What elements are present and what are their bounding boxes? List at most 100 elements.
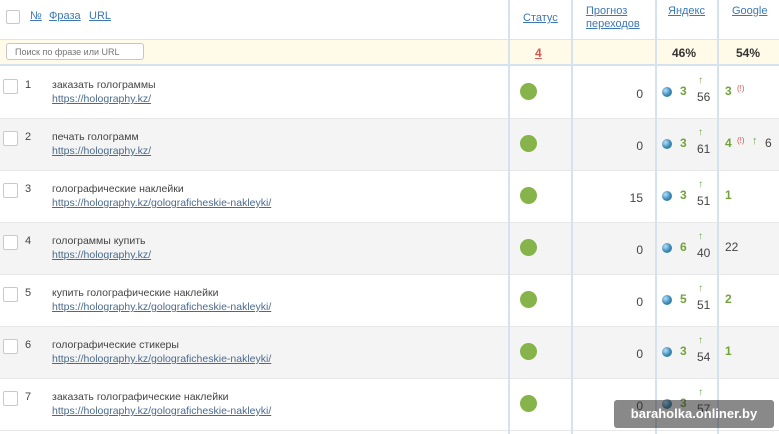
column-divider [717, 0, 719, 434]
table-header: № Фраза URL Статус Прогноз переходов Янд… [0, 0, 779, 40]
yandex-previous-position: 61 [697, 142, 711, 156]
yandex-position: 3 [680, 344, 687, 358]
yandex-globe-icon [662, 347, 672, 357]
row-number: 5 [25, 287, 32, 299]
watermark: baraholka.onliner.by [614, 400, 774, 428]
yandex-up-arrow-icon: ↑ [698, 127, 703, 138]
yandex-globe-icon [662, 139, 672, 149]
row-url-link[interactable]: https://holography.kz/golograficheskie-n… [52, 405, 271, 417]
row-checkbox[interactable] [3, 79, 18, 94]
yandex-globe-icon [662, 295, 672, 305]
table-row: 6 голографические стикеры https://holograp… [0, 327, 779, 379]
status-ok-icon [520, 83, 537, 100]
row-forecast: 0 [636, 295, 643, 309]
google-position: 1 [725, 344, 732, 358]
yandex-previous-position: 40 [697, 246, 711, 260]
yandex-previous-position: 54 [697, 350, 711, 364]
yandex-position: 3 [680, 84, 687, 98]
yandex-previous-position: 51 [697, 194, 711, 208]
table-row: 1 заказать голограммы https://holography.k… [0, 67, 779, 119]
column-divider [508, 0, 510, 434]
yandex-up-arrow-icon: ↑ [698, 387, 703, 398]
row-checkbox[interactable] [3, 287, 18, 302]
row-url-link[interactable]: https://holography.kz/golograficheskie-n… [52, 197, 271, 209]
row-number: 6 [25, 339, 32, 351]
row-checkbox[interactable] [3, 339, 18, 354]
column-divider [571, 0, 573, 434]
column-divider [655, 0, 657, 434]
filter-row: 4 46% 54% [0, 40, 779, 66]
sort-url-link[interactable]: URL [89, 10, 111, 23]
table-row: 2 печать голограмм https://holography.kz/0… [0, 119, 779, 171]
status-ok-icon [520, 239, 537, 256]
table-row: 3 голографические наклейки https://hologra… [0, 171, 779, 223]
row-phrase: голографические наклейки [52, 183, 184, 195]
yandex-position: 6 [680, 240, 687, 254]
sort-yandex-link[interactable]: Яндекс [668, 5, 705, 18]
row-number: 7 [25, 391, 32, 403]
row-checkbox[interactable] [3, 235, 18, 250]
row-number: 2 [25, 131, 32, 143]
google-warning-flag: (!) [737, 136, 745, 145]
sort-forecast-link[interactable]: Прогноз переходов [586, 5, 646, 31]
google-position: 1 [725, 188, 732, 202]
status-ok-icon [520, 395, 537, 412]
search-input[interactable] [6, 43, 144, 60]
status-ok-icon [520, 135, 537, 152]
yandex-up-arrow-icon: ↑ [698, 75, 703, 86]
google-warning-flag: (!) [737, 84, 745, 93]
row-url-link[interactable]: https://holography.kz/ [52, 249, 151, 261]
google-position: 2 [725, 292, 732, 306]
row-number: 1 [25, 79, 32, 91]
status-ok-icon [520, 291, 537, 308]
row-phrase: голографические стикеры [52, 339, 179, 351]
yandex-up-arrow-icon: ↑ [698, 335, 703, 346]
status-count-link[interactable]: 4 [535, 46, 542, 60]
row-url-link[interactable]: https://holography.kz/ [52, 145, 151, 157]
row-forecast: 0 [636, 243, 643, 257]
row-phrase: купить голографические наклейки [52, 287, 219, 299]
yandex-position: 3 [680, 136, 687, 150]
google-previous-position: 6 [765, 136, 772, 150]
row-checkbox[interactable] [3, 391, 18, 406]
row-url-link[interactable]: https://holography.kz/golograficheskie-n… [52, 353, 271, 365]
yandex-up-arrow-icon: ↑ [698, 283, 703, 294]
row-phrase: голограммы купить [52, 235, 146, 247]
table-row: 5 купить голографические наклейки https://… [0, 275, 779, 327]
sort-number-link[interactable]: № [30, 10, 42, 23]
yandex-previous-position: 56 [697, 90, 711, 104]
google-position: 4 [725, 136, 732, 150]
google-percent: 54% [736, 46, 761, 60]
select-all-checkbox[interactable] [6, 10, 20, 24]
row-forecast: 0 [636, 347, 643, 361]
row-number: 4 [25, 235, 32, 247]
table-row: 4 голограммы купить https://holography.kz/… [0, 223, 779, 275]
google-up-arrow-icon: ↑ [752, 135, 758, 147]
row-phrase: печать голограмм [52, 131, 139, 143]
status-ok-icon [520, 343, 537, 360]
row-number: 3 [25, 183, 32, 195]
sort-status-link[interactable]: Статус [523, 12, 558, 25]
row-checkbox[interactable] [3, 131, 18, 146]
sort-phrase-link[interactable]: Фраза [49, 10, 81, 23]
row-forecast: 15 [629, 191, 643, 205]
yandex-position: 3 [680, 188, 687, 202]
status-ok-icon [520, 187, 537, 204]
row-forecast: 0 [636, 139, 643, 153]
yandex-globe-icon [662, 243, 672, 253]
row-checkbox[interactable] [3, 183, 18, 198]
yandex-previous-position: 51 [697, 298, 711, 312]
sort-google-link[interactable]: Google [732, 5, 767, 18]
yandex-up-arrow-icon: ↑ [698, 231, 703, 242]
yandex-percent: 46% [672, 46, 697, 60]
row-phrase: заказать голограммы [52, 79, 156, 91]
yandex-globe-icon [662, 87, 672, 97]
google-position: 22 [725, 240, 739, 254]
row-url-link[interactable]: https://holography.kz/golograficheskie-n… [52, 301, 271, 313]
google-position: 3 [725, 84, 732, 98]
row-phrase: заказать голографические наклейки [52, 391, 229, 403]
row-forecast: 0 [636, 87, 643, 101]
row-url-link[interactable]: https://holography.kz/ [52, 93, 151, 105]
yandex-up-arrow-icon: ↑ [698, 179, 703, 190]
yandex-position: 5 [680, 292, 687, 306]
